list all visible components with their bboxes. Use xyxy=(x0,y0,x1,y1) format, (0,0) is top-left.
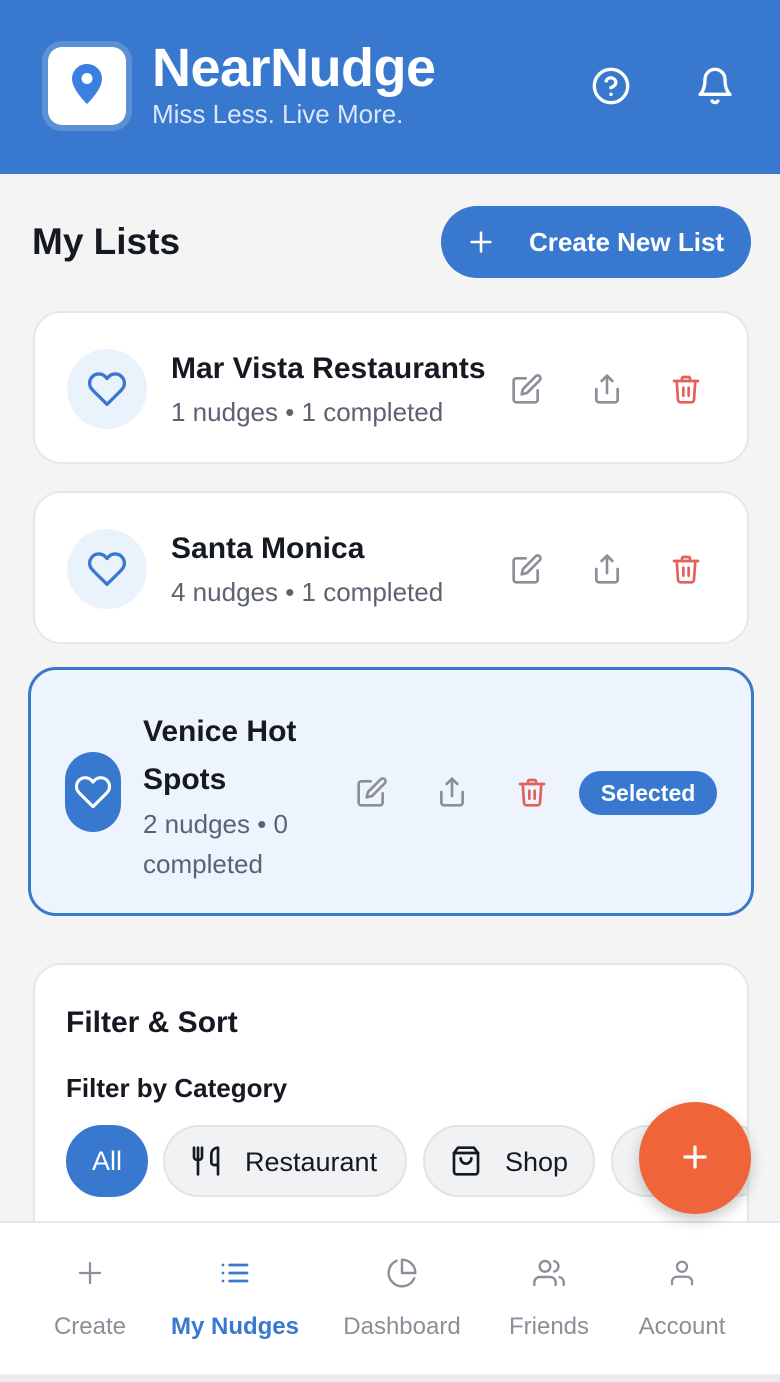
edit-icon[interactable] xyxy=(507,369,547,409)
heart-icon xyxy=(67,349,147,429)
user-icon xyxy=(664,1255,700,1291)
chip-label: Restaurant xyxy=(245,1147,378,1177)
trash-icon[interactable] xyxy=(666,549,706,589)
filter-chip-restaurant[interactable]: Restaurant xyxy=(163,1125,407,1197)
list-meta: 4 nudges • 1 completed xyxy=(171,577,444,607)
share-icon[interactable] xyxy=(587,549,627,589)
plus-icon xyxy=(72,1255,108,1291)
add-nudge-fab[interactable] xyxy=(639,1102,751,1214)
fork-knife-icon xyxy=(189,1144,223,1178)
app-name: NearNudge xyxy=(152,38,436,98)
list-card-selected[interactable]: Venice Hot Spots 2 nudges • 0 completed … xyxy=(28,667,754,916)
bottom-nav: Create My Nudges Dashboard Friends Accou… xyxy=(0,1221,780,1374)
filter-chip-all[interactable]: All xyxy=(66,1125,148,1197)
filter-title: Filter & Sort xyxy=(66,1006,238,1039)
bell-icon[interactable] xyxy=(693,64,737,108)
chip-label: Shop xyxy=(505,1147,569,1177)
list-meta: 2 nudges • 0 completed xyxy=(143,809,288,879)
edit-icon[interactable] xyxy=(352,772,392,812)
heart-icon xyxy=(65,752,121,832)
nav-label: Account xyxy=(638,1313,726,1340)
create-new-list-label: Create New List xyxy=(529,227,725,257)
nav-item-create[interactable]: Create xyxy=(12,1223,168,1376)
share-icon[interactable] xyxy=(432,772,472,812)
app-tagline: Miss Less. Live More. xyxy=(152,99,404,129)
trash-icon[interactable] xyxy=(666,369,706,409)
list-meta: 1 nudges • 1 completed xyxy=(171,397,444,427)
pie-chart-icon xyxy=(384,1255,420,1291)
list-icon xyxy=(217,1255,253,1291)
plus-icon xyxy=(680,1142,710,1175)
app-header: NearNudge Miss Less. Live More. xyxy=(0,0,780,174)
app-logo xyxy=(42,41,132,131)
map-pin-icon xyxy=(72,63,102,109)
plus-icon xyxy=(467,228,495,259)
shopping-bag-icon xyxy=(449,1144,483,1178)
create-new-list-button[interactable]: Create New List xyxy=(441,206,751,278)
users-icon xyxy=(531,1255,567,1291)
nav-label: My Nudges xyxy=(170,1313,299,1340)
filter-chip-shop[interactable]: Shop xyxy=(423,1125,595,1197)
share-icon[interactable] xyxy=(587,369,627,409)
edit-icon[interactable] xyxy=(507,549,547,589)
filter-category-label: Filter by Category xyxy=(66,1073,288,1103)
list-card[interactable]: Santa Monica 4 nudges • 1 completed xyxy=(33,491,749,644)
filter-sort-panel: Filter & Sort Filter by Category All Res… xyxy=(33,963,749,1263)
chip-label: All xyxy=(91,1145,122,1176)
trash-icon[interactable] xyxy=(512,772,552,812)
nav-item-dashboard[interactable]: Dashboard xyxy=(324,1223,480,1376)
list-name: Santa Monica xyxy=(171,532,365,565)
help-circle-icon[interactable] xyxy=(589,64,633,108)
selected-badge: Selected xyxy=(579,771,717,815)
nav-label: Dashboard xyxy=(343,1313,461,1340)
list-name: Venice Hot Spots xyxy=(143,715,297,796)
list-name: Mar Vista Restaurants xyxy=(171,352,486,385)
nav-item-account[interactable]: Account xyxy=(604,1223,760,1376)
heart-icon xyxy=(67,529,147,609)
nav-item-my-nudges[interactable]: My Nudges xyxy=(157,1223,313,1376)
nav-label: Create xyxy=(53,1313,127,1340)
page-title: My Lists xyxy=(32,221,181,262)
list-card[interactable]: Mar Vista Restaurants 1 nudges • 1 compl… xyxy=(33,311,749,464)
